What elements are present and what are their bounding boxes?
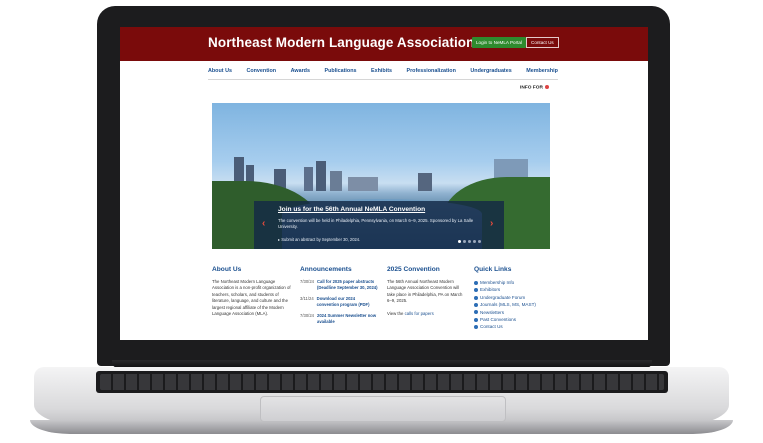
keyboard-keys bbox=[100, 374, 664, 390]
slider-dot[interactable] bbox=[468, 240, 471, 243]
contact-button[interactable]: Contact Us bbox=[526, 37, 559, 48]
quick-link-item[interactable]: Contact Us bbox=[474, 323, 564, 330]
nav-item-exhibits[interactable]: Exhibits bbox=[371, 66, 392, 79]
convention-column: 2025 Convention The 56th Annual Northeas… bbox=[387, 266, 465, 317]
slider-dot[interactable] bbox=[473, 240, 476, 243]
hero-title-link[interactable]: Join us for the 56th Annual NeMLA Conven… bbox=[278, 206, 425, 213]
site-title[interactable]: Northeast Modern Language Association bbox=[208, 35, 474, 50]
hero-note: ▸ Submit an abstract by September 30, 20… bbox=[278, 237, 361, 242]
about-text: The Northeast Modern Language Associatio… bbox=[212, 279, 291, 317]
portal-login-button[interactable]: Login to NeMLA Portal bbox=[472, 37, 526, 48]
hero-slider: Join us for the 56th Annual NeMLA Conven… bbox=[212, 103, 550, 249]
convention-view-prefix: View the bbox=[387, 310, 404, 316]
slider-dot[interactable] bbox=[463, 240, 466, 243]
quick-link-label: Contact Us bbox=[480, 324, 503, 330]
site-header: Northeast Modern Language Association Lo… bbox=[120, 27, 648, 61]
quick-link-label: Exhibitors bbox=[480, 287, 501, 293]
about-column: About Us The Northeast Modern Language A… bbox=[212, 266, 292, 317]
announcement-date: 3/11/24 bbox=[300, 296, 314, 301]
quick-link-label: Membership Info bbox=[480, 280, 515, 285]
convention-heading: 2025 Convention bbox=[387, 266, 440, 273]
announcement-link[interactable]: Call for 2025 paper abstracts (Deadline … bbox=[317, 279, 378, 291]
nav-item-awards[interactable]: Awards bbox=[291, 66, 310, 79]
announcement-item[interactable]: 3/11/24 Download our 2024 convention pro… bbox=[300, 296, 378, 308]
bullet-icon bbox=[474, 303, 478, 307]
about-heading: About Us bbox=[212, 266, 242, 273]
nav-item-publications[interactable]: Publications bbox=[324, 66, 356, 79]
announcement-link[interactable]: Download our 2024 convention program (PD… bbox=[317, 296, 378, 308]
skyline-building bbox=[348, 177, 378, 191]
quick-link-item[interactable]: Journals (MLS, MS, MAST) bbox=[474, 301, 564, 308]
convention-view-line: View the calls for papers bbox=[387, 311, 465, 317]
quick-link-item[interactable]: Newsletters bbox=[474, 309, 564, 316]
nav-item-about[interactable]: About Us bbox=[208, 66, 232, 79]
announcements-heading: Announcements bbox=[300, 266, 352, 273]
bullet-icon bbox=[474, 310, 478, 315]
quick-link-item[interactable]: Membership Info bbox=[474, 279, 564, 286]
hero-description: The convention will be held in Philadelp… bbox=[278, 218, 474, 229]
nav-item-professionalization[interactable]: Professionalization bbox=[406, 66, 455, 79]
quick-links-heading: Quick Links bbox=[474, 266, 512, 273]
convention-text: The 56th Annual Northeast Modern Languag… bbox=[387, 279, 463, 304]
announcements-column: Announcements 7/30/24 Call for 2025 pape… bbox=[300, 266, 378, 330]
skyline-building bbox=[330, 171, 342, 191]
quick-link-label: Undergraduate Forum bbox=[480, 294, 526, 300]
bullet-icon bbox=[474, 288, 478, 293]
announcement-item[interactable]: 7/30/24 2024 Summer Newsletter now avail… bbox=[300, 313, 378, 325]
slider-dot[interactable] bbox=[478, 240, 481, 243]
info-for-label: INFO FOR bbox=[520, 85, 543, 91]
bullet-icon bbox=[474, 325, 478, 330]
nav-item-membership[interactable]: Membership bbox=[526, 66, 558, 79]
slider-dots bbox=[458, 240, 481, 243]
quick-link-item[interactable]: Exhibitors bbox=[474, 286, 564, 293]
chevron-right-icon[interactable]: › bbox=[490, 218, 493, 229]
announcement-date: 7/30/24 bbox=[300, 279, 314, 284]
quick-link-item[interactable]: Past Conventions bbox=[474, 316, 564, 323]
slider-dot[interactable] bbox=[458, 240, 461, 243]
info-for-menu[interactable]: INFO FOR bbox=[520, 85, 549, 90]
chevron-left-icon[interactable]: ‹ bbox=[262, 218, 265, 229]
quick-link-item[interactable]: Undergraduate Forum bbox=[474, 294, 564, 301]
announcement-link[interactable]: 2024 Summer Newsletter now available bbox=[317, 313, 378, 325]
info-for-dropdown-icon bbox=[544, 85, 549, 89]
quick-link-label: Journals (MLS, MS, MAST) bbox=[480, 302, 536, 308]
announcement-date: 7/30/24 bbox=[300, 313, 314, 318]
skyline-building bbox=[304, 167, 313, 191]
nav-item-convention[interactable]: Convention bbox=[246, 66, 276, 79]
bullet-icon bbox=[474, 295, 478, 300]
nav-item-undergraduates[interactable]: Undergraduates bbox=[470, 66, 511, 79]
announcement-item[interactable]: 7/30/24 Call for 2025 paper abstracts (D… bbox=[300, 279, 378, 291]
bullet-icon bbox=[474, 317, 478, 322]
skyline-building bbox=[418, 173, 432, 191]
quick-links-column: Quick Links Membership Info Exhibitors U… bbox=[474, 266, 564, 331]
main-nav: About Us Convention Awards Publications … bbox=[208, 66, 558, 80]
calls-for-papers-link[interactable]: calls for papers bbox=[405, 311, 434, 316]
quick-link-label: Past Conventions bbox=[480, 317, 517, 323]
bullet-icon bbox=[474, 280, 478, 285]
laptop-screen: Northeast Modern Language Association Lo… bbox=[120, 27, 648, 340]
skyline-building bbox=[316, 161, 326, 191]
quick-link-label: Newsletters bbox=[480, 309, 504, 315]
touchpad bbox=[260, 396, 506, 422]
laptop-base-edge bbox=[30, 420, 733, 434]
